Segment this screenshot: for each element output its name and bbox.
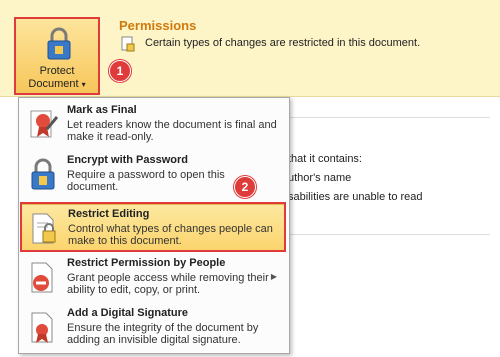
document-seal-icon [31,312,53,343]
lock-keys-icon [47,27,71,60]
menu-item-title: Mark as Final [67,104,137,116]
document-lock-icon [121,36,135,52]
menu-item-restrict-editing[interactable]: Restrict Editing Control what types of c… [21,204,285,252]
background-text-2: uthor's name [288,172,352,184]
protect-label-line2: Document [28,78,79,90]
callout-badge-1: 1 [109,60,131,82]
callout-badge-2: 2 [234,176,256,198]
menu-item-restrict-permission-by-people[interactable]: Restrict Permission by People Grant peop… [21,254,285,302]
divider [290,117,490,118]
menu-item-description: Control what types of changes people can… [68,223,273,247]
permissions-description: Certain types of changes are restricted … [145,37,421,49]
chevron-down-icon: ▾ [81,80,86,89]
background-text-3: sabilities are unable to read [288,191,423,203]
menu-item-add-a-digital-signature[interactable]: Add a Digital Signature Ensure the integ… [21,304,285,352]
menu-item-title: Restrict Editing [68,208,150,220]
menu-item-mark-as-final[interactable]: Mark as Final Let readers know the docum… [21,101,285,149]
protect-label-line1: Protect [39,65,75,77]
menu-item-description: Let readers know the document is final a… [67,119,277,143]
lock-keys-icon [31,158,55,190]
permissions-title: Permissions [119,18,197,33]
menu-item-description: Grant people access while removing their… [67,272,269,296]
menu-item-title: Restrict Permission by People [67,257,226,269]
menu-item-description: Ensure the integrity of the document by … [67,322,259,346]
divider [290,234,490,235]
menu-item-title: Encrypt with Password [67,154,189,166]
protect-document-button[interactable]: Protect Document ▾ [14,17,100,95]
submenu-arrow-icon: ▶ [270,272,277,281]
background-text-1: that it contains: [288,153,362,165]
menu-item-title: Add a Digital Signature [67,307,189,319]
protect-document-menu: Mark as Final Let readers know the docum… [18,97,290,354]
document-lock-icon [32,213,56,244]
ribbon-pen-icon [30,110,59,138]
document-forbidden-icon [31,262,53,293]
